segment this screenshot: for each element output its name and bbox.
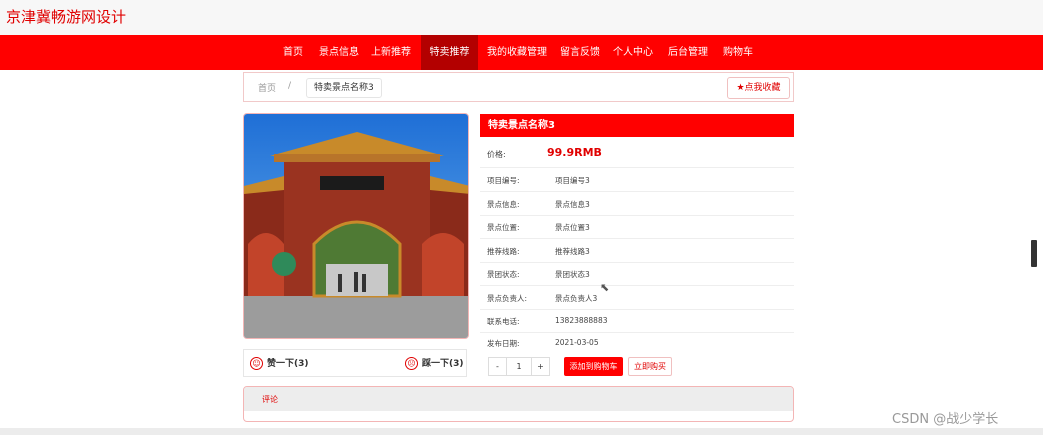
dislike-label: 踩一下(3) xyxy=(422,359,464,369)
info-label: 推荐线路: xyxy=(487,247,520,256)
gate-image xyxy=(244,114,468,338)
breadcrumb: 首页 / 特卖景点名称3 ★点我收藏 xyxy=(243,72,794,102)
dislike-button[interactable]: ☹ 踩一下(3) xyxy=(405,356,464,370)
price-row: 价格: 99.9RMB xyxy=(480,140,794,168)
add-to-cart-button[interactable]: 添加到购物车 xyxy=(564,357,623,376)
buy-now-button[interactable]: 立即购买 xyxy=(628,357,672,376)
breadcrumb-home[interactable]: 首页 xyxy=(258,81,276,94)
price-value: 99.9RMB xyxy=(547,146,602,159)
info-row-phone: 联系电话: 13823888883 xyxy=(480,309,794,333)
info-label: 景团状态: xyxy=(487,270,520,279)
nav-item-cart[interactable]: 购物车 xyxy=(719,35,757,70)
info-label: 景点信息: xyxy=(487,200,520,209)
info-value: 2021-03-05 xyxy=(555,338,599,347)
info-value: 景团状态3 xyxy=(555,270,590,279)
mouse-cursor-icon: ⬉ xyxy=(600,281,610,294)
header-bar: 京津冀畅游网设计 xyxy=(0,0,1043,35)
breadcrumb-separator: / xyxy=(288,81,292,91)
breadcrumb-current: 特卖景点名称3 xyxy=(306,78,382,98)
nav-item-admin[interactable]: 后台管理 xyxy=(664,35,712,70)
star-icon: ★ xyxy=(736,83,745,93)
nav-item-user-center[interactable]: 个人中心 xyxy=(610,35,656,70)
info-label: 景点位置: xyxy=(487,223,520,232)
vote-bar: ☺ 赞一下(3) ☹ 踩一下(3) xyxy=(243,349,467,377)
like-label: 赞一下(3) xyxy=(267,359,309,369)
watermark: CSDN @战少学长 xyxy=(892,412,999,427)
info-value: 推荐线路3 xyxy=(555,247,590,256)
bottom-strip xyxy=(0,428,1043,435)
info-row-location: 景点位置: 景点位置3 xyxy=(480,215,794,239)
info-row-status: 景团状态: 景团状态3 xyxy=(480,262,794,286)
comments-panel: 评论 xyxy=(243,386,794,422)
favorite-button[interactable]: ★点我收藏 xyxy=(727,77,790,99)
quantity-stepper: - 1 + xyxy=(488,357,550,376)
nav-item-new-recommendations[interactable]: 上新推荐 xyxy=(368,35,414,70)
main-nav: 首页 景点信息 上新推荐 特卖推荐 我的收藏管理 留言反馈 个人中心 后台管理 … xyxy=(0,35,1043,70)
decrement-button[interactable]: - xyxy=(489,358,507,375)
info-value: 13823888883 xyxy=(555,316,608,325)
increment-button[interactable]: + xyxy=(531,358,549,375)
info-row-publish-date: 发布日期: 2021-03-05 xyxy=(480,331,794,354)
info-label: 项目编号: xyxy=(487,176,520,185)
price-label: 价格: xyxy=(487,150,506,159)
nav-item-special-sale[interactable]: 特卖推荐 xyxy=(421,35,478,70)
detail-title: 特卖景点名称3 xyxy=(480,114,794,137)
comments-label: 评论 xyxy=(262,395,278,404)
info-row-route: 推荐线路: 推荐线路3 xyxy=(480,239,794,263)
info-label: 发布日期: xyxy=(487,339,520,348)
info-value: 景点位置3 xyxy=(555,223,590,232)
info-value: 景点负责人3 xyxy=(555,294,598,303)
comments-header: 评论 xyxy=(244,387,793,411)
scrollbar-thumb[interactable] xyxy=(1031,240,1037,267)
frown-icon: ☹ xyxy=(405,357,418,370)
attraction-photo xyxy=(243,113,469,339)
info-label: 联系电话: xyxy=(487,317,520,326)
info-row-attraction-info: 景点信息: 景点信息3 xyxy=(480,192,794,216)
info-row-manager: 景点负责人: 景点负责人3 xyxy=(480,286,794,310)
favorite-button-label: 点我收藏 xyxy=(744,83,781,93)
info-row-item-number: 项目编号: 项目编号3 xyxy=(480,168,794,192)
site-title: 京津冀畅游网设计 xyxy=(6,8,127,26)
nav-item-home[interactable]: 首页 xyxy=(278,35,308,70)
quantity-input[interactable]: 1 xyxy=(507,358,531,375)
smile-icon: ☺ xyxy=(250,357,263,370)
like-button[interactable]: ☺ 赞一下(3) xyxy=(250,356,309,370)
nav-item-feedback[interactable]: 留言反馈 xyxy=(557,35,603,70)
nav-item-my-favorites[interactable]: 我的收藏管理 xyxy=(484,35,550,70)
info-value: 项目编号3 xyxy=(555,176,590,185)
nav-item-attractions[interactable]: 景点信息 xyxy=(317,35,361,70)
info-label: 景点负责人: xyxy=(487,294,528,303)
info-value: 景点信息3 xyxy=(555,200,590,209)
